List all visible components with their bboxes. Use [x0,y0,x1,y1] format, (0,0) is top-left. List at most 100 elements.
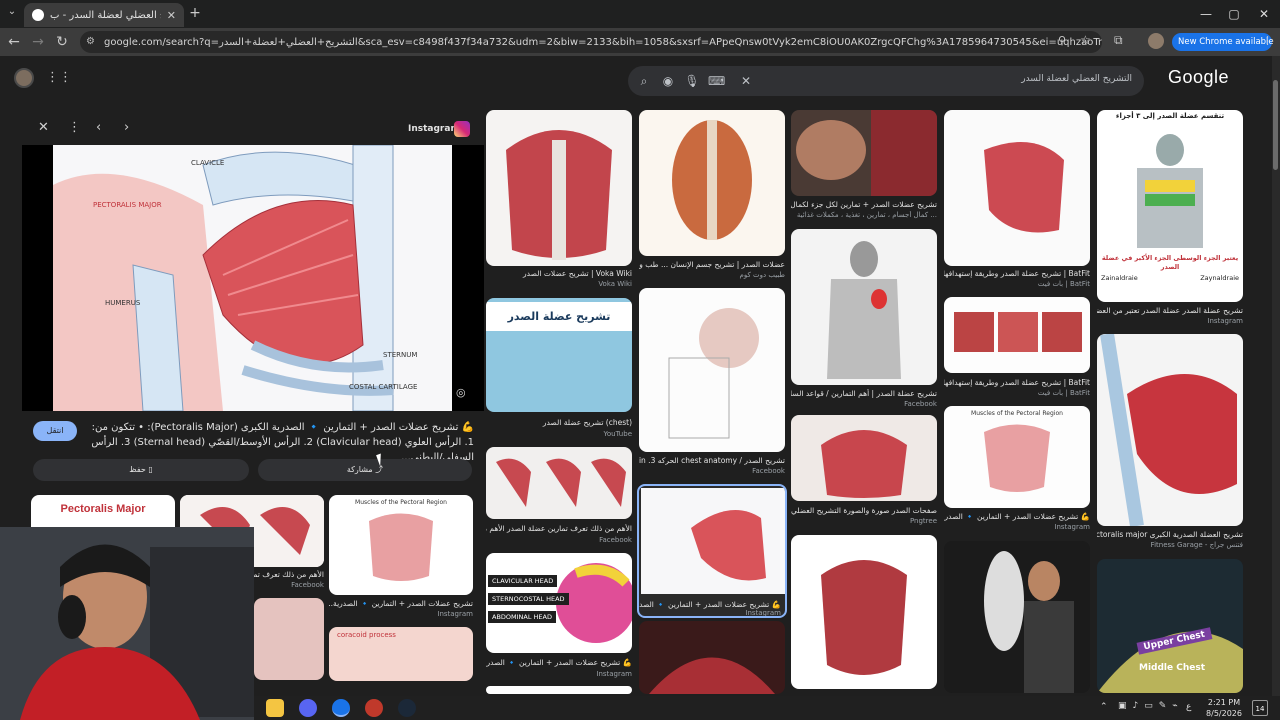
notification-center-icon[interactable]: 14 [1252,700,1268,716]
forward-icon[interactable]: → [28,32,48,52]
site-info-icon[interactable]: ⚙ [86,36,95,47]
result-image[interactable] [1097,334,1243,526]
tray-icons[interactable]: ▣♪▭✎⌁ [1118,701,1184,711]
result-image[interactable] [486,447,632,519]
result-thumb-art [649,657,775,694]
previous-icon[interactable]: ‹ [96,120,101,135]
zoom-icon[interactable]: ⚲ [1058,34,1066,47]
steam-icon[interactable] [398,699,416,717]
clock[interactable]: 2:21 PM 8/5/2026 [1200,697,1248,719]
keyboard-icon[interactable]: ⌨ [708,73,725,89]
chrome-icon[interactable] [332,699,350,717]
result-image[interactable] [791,415,937,501]
new-tab-button[interactable]: + [188,5,202,23]
address-bar[interactable]: google.com/search?q=التشريح+العضلي+لعضلة… [80,31,1102,53]
mic-icon[interactable]: 🎙 [684,73,700,89]
next-icon[interactable]: › [124,120,129,135]
tab-active[interactable]: التشريح العضلي لعضلة السدر - ب ✕ [24,3,184,27]
source-name[interactable]: Instagram [408,124,460,134]
handle-2: Zaynaldraie [1200,274,1239,282]
result-overlay-top: تنقسم عضلة الصدر إلى ٣ أجزاء [1115,112,1225,120]
related-image-5[interactable]: coracoid process [329,627,473,681]
label-clavicle: CLAVICLE [191,159,224,167]
result-caption: 💪 تشريح عضلات الصدر + التمارين 🔹 الصدرية… [486,658,632,667]
result-caption: تشريح الصدر / chest anatomy الحركه 3. ma… [639,456,785,465]
pectoralis-anatomy-illustration: CLAVICLE PECTORALIS MAJOR HUMERUS STERNU… [53,145,452,411]
handle-1: Zainaldraie [1101,274,1138,282]
lens-search-icon[interactable]: ◎ [456,386,466,399]
result-thumb-art [984,424,1050,492]
tab-strip: ⌄ التشريح العضلي لعضلة السدر - ب ✕ + — ▢… [0,0,1280,28]
bookmark-star-icon[interactable]: ☆ [1080,33,1091,47]
discord-icon[interactable] [299,699,317,717]
result-caption: عضلات الصدر | تشريح جسم الإنسان ... طب و… [639,260,785,269]
share-button[interactable]: مشاركة ⤴ [258,459,472,481]
scrollbar-thumb[interactable] [1273,80,1278,170]
clear-search-icon[interactable]: ✕ [738,73,754,89]
result-image[interactable] [791,110,937,196]
visit-button[interactable]: انتقل [33,421,77,441]
result-image[interactable]: Muscles of the Pectoral Region [944,406,1090,508]
language-indicator[interactable]: ع [1186,702,1191,712]
extensions-icon[interactable]: ⧉ [1114,33,1123,48]
result-image[interactable] [639,288,785,452]
result-image[interactable]: تشريح عضلة الصدر [486,298,632,412]
result-image[interactable] [944,110,1090,266]
result-image[interactable]: تنقسم عضلة الصدر إلى ٣ أجزاء يعتبر الجزء… [1097,110,1243,302]
profile-avatar[interactable] [1148,33,1164,49]
related-title: coracoid process [337,631,396,639]
related-image-4[interactable] [254,598,324,680]
share-label: مشاركة [346,465,373,474]
result-image[interactable] [486,110,632,266]
related-image-3[interactable]: Muscles of the Pectoral Region [329,495,473,595]
result-image[interactable] [639,110,785,256]
related-source: Instagram [437,610,473,618]
file-explorer-icon[interactable] [266,699,284,717]
back-icon[interactable]: ← [4,32,24,52]
result-image[interactable]: Upper Chest Middle Chest [1097,559,1243,693]
related-thumb-art [369,513,433,581]
obs-icon[interactable] [365,699,383,717]
minimize-icon[interactable]: — [1192,4,1220,24]
tab-title: التشريح العضلي لعضلة السدر - ب [50,9,161,21]
tab-search-icon[interactable]: ⌄ [4,6,20,22]
result-image[interactable] [486,686,632,694]
result-image[interactable] [639,621,785,694]
webcam-overlay [0,527,254,720]
result-source: طبيب دوت كوم [739,271,786,279]
result-source: بات فيت | BatFit [1037,280,1090,288]
result-image[interactable] [791,535,937,689]
label-sternocostal-head: STERNOCOSTAL HEAD [488,593,569,605]
search-box[interactable]: ⌕ ◉ 🎙 ⌨ ✕ التشريح العضلي لعضلة السدر [628,66,1144,96]
result-image[interactable]: CLAVICULAR HEAD STERNOCOSTAL HEAD ABDOMI… [486,553,632,653]
close-preview-icon[interactable]: ✕ [38,120,49,135]
close-window-icon[interactable]: ✕ [1250,4,1278,24]
result-thumb-art [827,241,901,379]
result-source: Pngtree [909,517,937,525]
result-thumb-art [1100,334,1237,526]
result-image[interactable] [944,541,1090,693]
tab-close-icon[interactable]: ✕ [167,9,176,22]
apps-grid-icon[interactable]: ⋮⋮ [46,70,72,85]
tray-chevron-icon[interactable]: ⌃ [1100,702,1108,712]
result-source: Instagram [1054,523,1090,531]
label-costal-cartilage: COSTAL CARTILAGE [349,383,417,391]
more-options-icon[interactable]: ⋮ [68,120,81,135]
result-image[interactable] [944,297,1090,373]
result-caption: تشريح عضلة الصدر | أهم التمارين / قواعد … [791,389,937,398]
chrome-menu-icon[interactable]: ⋮ [1262,34,1273,47]
result-caption: تشريح العضلة الصدرية الكبرى Pectoralis m… [1097,530,1243,539]
save-button[interactable]: حفظ ▯ [33,459,249,481]
new-chrome-available-button[interactable]: New Chrome available [1172,33,1274,51]
related-caption: تشريح عضلات الصدر + التمارين 🔹 الصدرية..… [329,599,473,608]
google-logo[interactable]: Google [1168,67,1229,88]
maximize-icon[interactable]: ▢ [1220,4,1248,24]
result-thumb-art [954,312,1082,352]
account-avatar[interactable] [14,68,34,88]
result-image-selected[interactable]: 💪 تشريح عضلات الصدر + التمارين 🔹 الصدرية… [637,484,787,618]
related-title: Muscles of the Pectoral Region [355,499,447,506]
search-icon[interactable]: ⌕ [636,73,652,89]
lens-icon[interactable]: ◉ [660,73,676,89]
result-image[interactable] [791,229,937,385]
reload-icon[interactable]: ↻ [52,32,72,52]
